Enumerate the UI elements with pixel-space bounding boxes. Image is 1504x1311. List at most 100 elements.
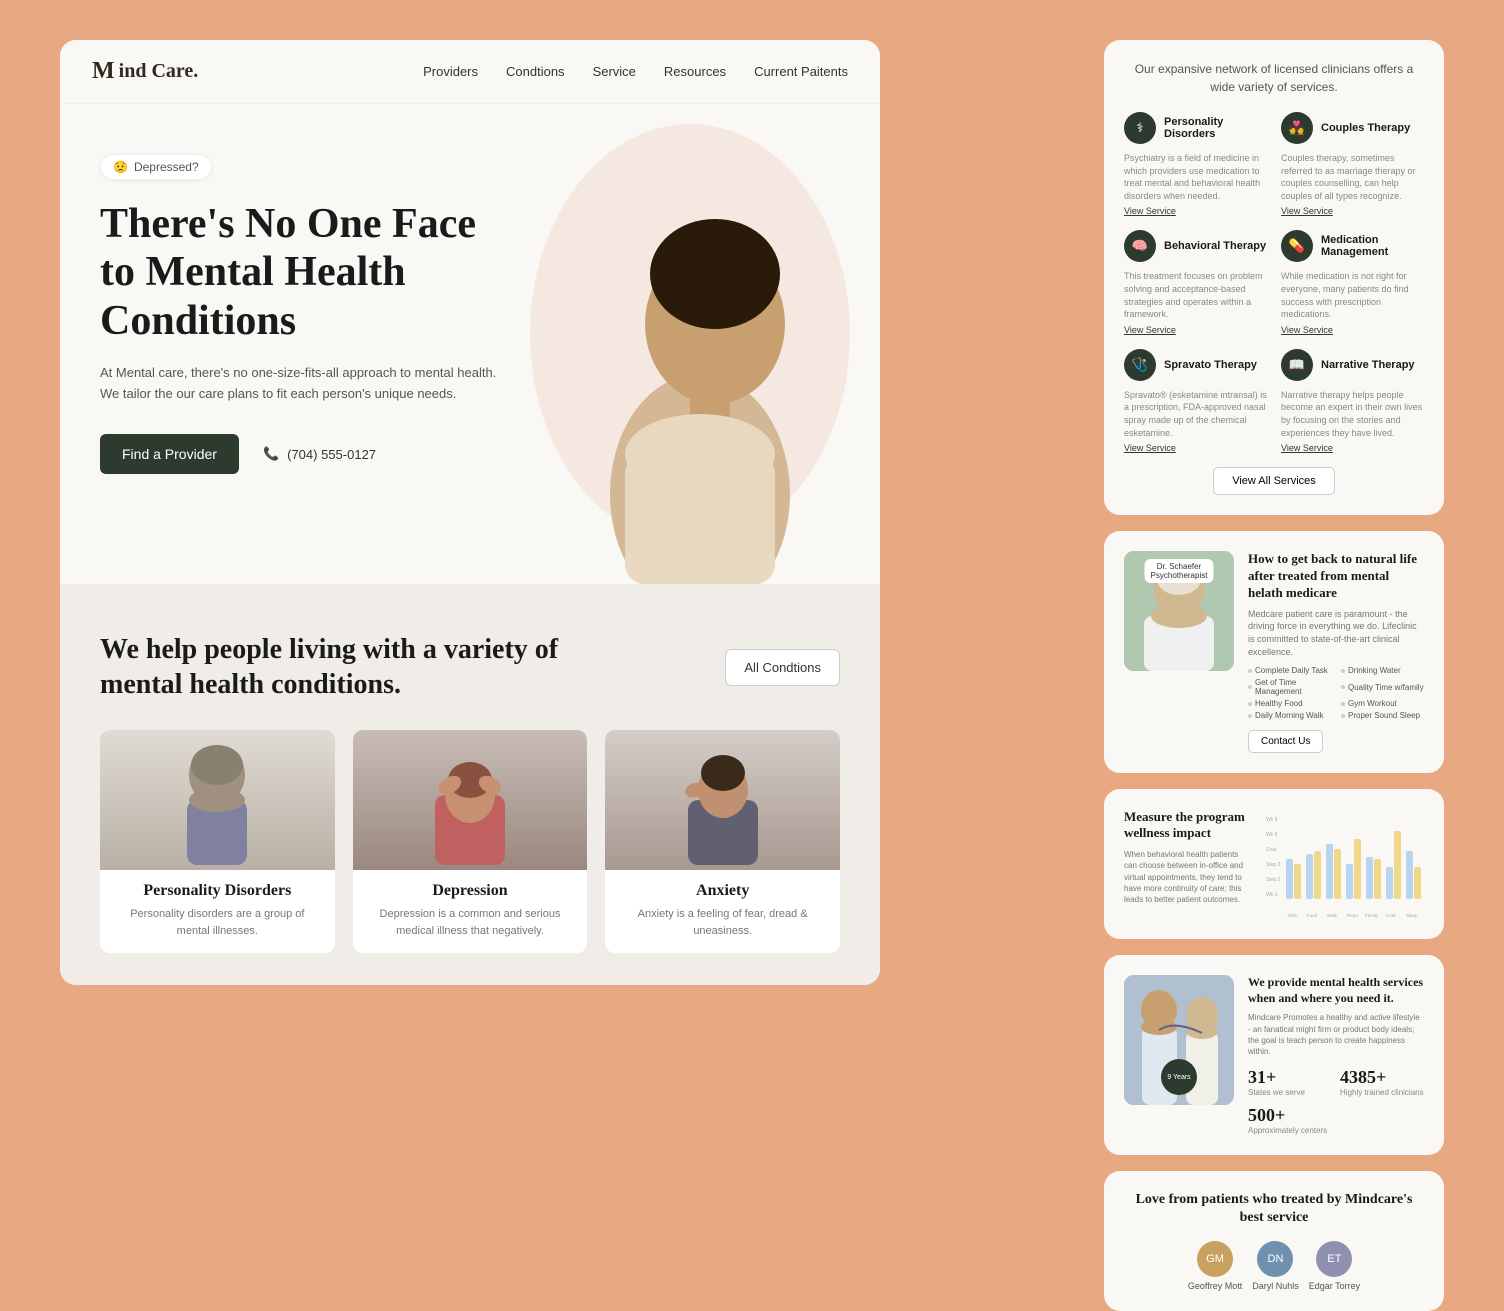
service-icon-0: ⚕ [1124,112,1156,144]
badge-text: Depressed? [134,160,199,174]
condition-desc-2: Depression is a common and serious medic… [353,906,588,939]
stat-number-0: 31+ [1248,1067,1332,1088]
natural-life-card: Dr. Schaefer Psychotherapist How to get … [1104,531,1444,773]
service-desc-3: While medication is not right for everyo… [1281,270,1424,320]
badge-emoji: 😟 [113,160,128,174]
testimonial-1: DN Daryl Nuhls [1252,1241,1299,1291]
service-item-0: ⚕ Personality Disorders Psychiatry is a … [1124,112,1267,216]
right-panel: Our expansive network of licensed clinic… [1104,40,1444,1311]
navbar: M ind Care. Providers Condtions Service … [60,40,880,104]
stats-numbers: 31+ States we serve 4385+ Highly trained… [1248,1067,1424,1135]
service-link-4[interactable]: View Service [1124,443,1267,453]
doctor-role: Psychotherapist [1151,571,1208,580]
service-link-2[interactable]: View Service [1124,325,1267,335]
condition-card-anxiety: Anxiety Anxiety is a feeling of fear, dr… [605,730,840,953]
logo-icon: M [92,58,115,85]
svg-text:Step 3: Step 3 [1266,862,1281,868]
svg-text:Sleep: Sleep [1406,913,1418,918]
nav-conditions[interactable]: Condtions [506,64,565,79]
svg-text:Food: Food [1307,913,1318,918]
checklist-dot [1341,702,1345,706]
phone-icon: 📞 [263,446,279,462]
svg-text:Walk: Walk [1327,913,1338,918]
service-icon-row-2: 🧠 Behavioral Therapy [1124,230,1267,262]
avatar-0: GM [1197,1241,1233,1277]
service-link-5[interactable]: View Service [1281,443,1424,453]
hero-phone: 📞 (704) 555-0127 [263,446,376,462]
service-icon-row-1: 💑 Couples Therapy [1281,112,1424,144]
service-link-0[interactable]: View Service [1124,206,1267,216]
svg-text:Wk 5: Wk 5 [1266,832,1278,838]
service-desc-5: Narrative therapy helps people become an… [1281,389,1424,439]
services-grid: ⚕ Personality Disorders Psychiatry is a … [1124,112,1424,453]
service-name-0: Personality Disorders [1164,116,1267,140]
service-icon-row-3: 💊 Medication Management [1281,230,1424,262]
checklist-dot [1341,685,1345,689]
stat-item-0: 31+ States we serve [1248,1067,1332,1097]
condition-img-1 [100,730,335,870]
section2-header: We help people living with a variety of … [100,632,840,702]
svg-text:Goal: Goal [1266,847,1277,853]
all-conditions-button[interactable]: All Condtions [725,649,840,686]
nav-current-patients[interactable]: Current Paitents [754,64,848,79]
bar-chart-svg: Wk 6 Wk 5 Goal Step 3 Step 2 Wk 1 [1264,809,1424,919]
nav-providers[interactable]: Providers [423,64,478,79]
svg-text:Time: Time [1287,913,1297,918]
stat-label-0: States we serve [1248,1088,1332,1097]
condition-img-3 [605,730,840,870]
checklist-item-6: Daily Morning Walk [1248,711,1331,720]
condition-img-2 [353,730,588,870]
nav-resources[interactable]: Resources [664,64,726,79]
condition-desc-3: Anxiety is a feeling of fear, dread & un… [605,906,840,939]
contact-us-button[interactable]: Contact Us [1248,730,1323,753]
logo[interactable]: M ind Care. [92,58,198,85]
logo-text: ind Care. [119,60,199,83]
service-item-3: 💊 Medication Management While medication… [1281,230,1424,334]
testimonial-name-2: Edgar Torrey [1309,1281,1360,1291]
testimonials-row: GM Geoffrey Mott DN Daryl Nuhls ET Edgar… [1124,1241,1424,1291]
view-all-services-button[interactable]: View All Services [1213,467,1335,495]
hero-person-svg [560,164,840,584]
service-name-3: Medication Management [1321,234,1424,258]
chart-card-title: Measure the program wellness impact [1124,809,1250,841]
checklist-item-7: Proper Sound Sleep [1341,711,1424,720]
testimonials-card: Love from patients who treated by Mindca… [1104,1171,1444,1311]
doctor-name: Dr. Schaefer [1151,562,1208,571]
phone-number: (704) 555-0127 [287,447,376,462]
service-item-1: 💑 Couples Therapy Couples therapy, somet… [1281,112,1424,216]
condition-card-personality: Personality Disorders Personality disord… [100,730,335,953]
years-badge: 9 Years [1161,1059,1197,1095]
service-icon-3: 💊 [1281,230,1313,262]
service-name-4: Spravato Therapy [1164,359,1257,371]
checklist-dot [1248,714,1252,718]
service-icon-5: 📖 [1281,349,1313,381]
hero-actions: Find a Provider 📞 (704) 555-0127 [100,434,500,474]
svg-text:Step 2: Step 2 [1266,877,1281,883]
nav-links: Providers Condtions Service Resources Cu… [423,63,848,81]
service-icon-2: 🧠 [1124,230,1156,262]
service-icon-row-0: ⚕ Personality Disorders [1124,112,1267,144]
natural-card-image: Dr. Schaefer Psychotherapist [1124,551,1234,671]
svg-text:Family: Family [1365,913,1379,918]
natural-card-desc: Medcare patient care is paramount - the … [1248,608,1424,658]
chart-card: Measure the program wellness impact When… [1104,789,1444,939]
chart-card-desc: When behavioral health patients can choo… [1124,849,1250,905]
service-link-3[interactable]: View Service [1281,325,1424,335]
checklist-item-5: Gym Workout [1341,699,1424,708]
service-desc-1: Couples therapy, sometimes referred to a… [1281,152,1424,202]
find-provider-button[interactable]: Find a Provider [100,434,239,474]
nav-service[interactable]: Service [593,64,636,79]
stat-label-1: Highly trained clinicians [1340,1088,1424,1097]
services-intro: Our expansive network of licensed clinic… [1124,60,1424,96]
doctor-badge: Dr. Schaefer Psychotherapist [1145,559,1214,583]
svg-text:Repo: Repo [1347,913,1358,918]
natural-card-title: How to get back to natural life after tr… [1248,551,1424,602]
hero-section: 😟 Depressed? There's No One Face to Ment… [60,104,880,584]
service-link-1[interactable]: View Service [1281,206,1424,216]
stats-card-content: We provide mental health services when a… [1248,975,1424,1135]
section2-title: We help people living with a variety of … [100,632,580,702]
stats-card-title: We provide mental health services when a… [1248,975,1424,1006]
checklist-dot [1341,669,1345,673]
service-name-5: Narrative Therapy [1321,359,1415,371]
stat-number-1: 4385+ [1340,1067,1424,1088]
